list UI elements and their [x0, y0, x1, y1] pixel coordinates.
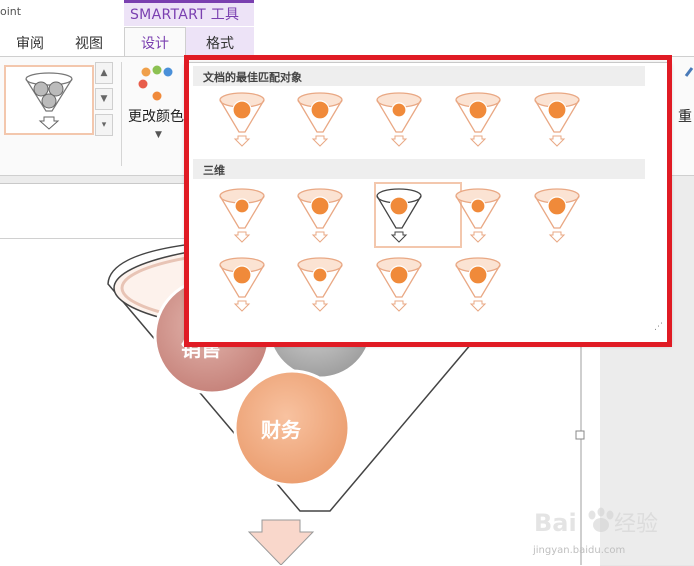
- reset-graphic-button[interactable]: 重: [678, 106, 692, 126]
- watermark-url: jingyan.baidu.com: [533, 545, 626, 556]
- palette-icon: [138, 65, 173, 101]
- change-colors-button[interactable]: 更改颜色: [128, 106, 184, 126]
- svg-text:经验: 经验: [614, 512, 658, 537]
- reset-graphic-icon: [684, 67, 694, 77]
- funnel-thumbnail-icon: [25, 72, 73, 130]
- layout-gallery-thumbnail[interactable]: [4, 65, 94, 135]
- red-highlight-box: [184, 55, 672, 347]
- tab-view[interactable]: 视图: [75, 33, 103, 53]
- gallery-scroll-up-button[interactable]: ▲: [95, 62, 113, 84]
- app-title: oint: [0, 5, 22, 18]
- gallery-scroll-column: ▲ ▼ ▾: [95, 62, 113, 138]
- svg-text:Bai: Bai: [534, 509, 577, 537]
- gallery-scroll-down-button[interactable]: ▼: [95, 88, 113, 110]
- title-bar: [0, 0, 694, 26]
- tab-format[interactable]: 格式: [206, 33, 234, 53]
- tab-review[interactable]: 审阅: [16, 33, 44, 53]
- smartart-tools-label: SMARTART 工具: [130, 7, 240, 23]
- gallery-more-button[interactable]: ▾: [95, 114, 113, 136]
- ribbon-tab-row: [0, 26, 694, 56]
- tab-design[interactable]: 设计: [141, 33, 169, 53]
- ribbon-separator: [121, 62, 122, 166]
- chevron-down-icon: ▼: [155, 130, 162, 140]
- shape-label-finance[interactable]: 财务: [261, 414, 301, 443]
